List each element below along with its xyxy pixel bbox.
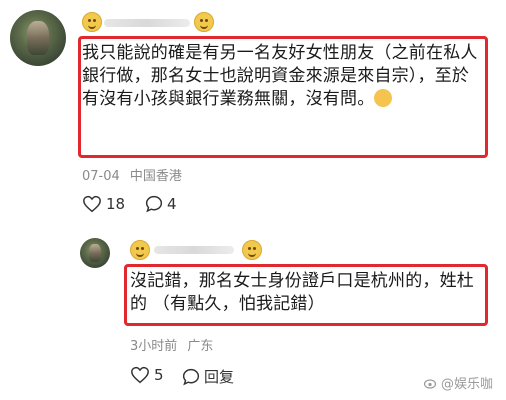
like-button[interactable]: 18 bbox=[82, 195, 125, 213]
heart-outline-icon bbox=[131, 366, 149, 384]
comment-meta: 07-04 中国香港 bbox=[82, 165, 182, 184]
comment-location: 中国香港 bbox=[129, 169, 182, 184]
smiley-emoji-icon bbox=[194, 12, 214, 32]
heart-outline-icon bbox=[83, 195, 101, 213]
smiley-emoji-icon bbox=[242, 240, 262, 260]
speech-bubble-icon bbox=[182, 368, 200, 385]
reply-location: 广东 bbox=[187, 339, 214, 354]
reply-like-button[interactable]: 5 bbox=[130, 366, 164, 384]
replier-avatar[interactable] bbox=[80, 238, 110, 268]
comment-button[interactable]: 4 bbox=[145, 195, 177, 213]
reply-like-count: 5 bbox=[154, 366, 164, 384]
reply-meta: 3小时前 广东 bbox=[130, 335, 213, 354]
comment-date: 07-04 bbox=[82, 169, 120, 184]
watermark-text: @娱乐咖 bbox=[441, 377, 494, 392]
reply-button[interactable]: 回复 bbox=[182, 366, 234, 387]
commenter-avatar[interactable] bbox=[10, 10, 66, 66]
reply-label: 回复 bbox=[204, 368, 235, 386]
watermark: @娱乐咖 bbox=[424, 373, 493, 392]
smiley-emoji-icon bbox=[82, 12, 102, 32]
weibo-logo-icon bbox=[424, 378, 437, 389]
comment-text: 我只能說的確是有另一名友好女性朋友（之前在私人銀行做，那名女士也說明資金來源是來… bbox=[82, 43, 478, 109]
like-count: 18 bbox=[106, 195, 126, 213]
username-redacted[interactable] bbox=[104, 19, 190, 27]
reply-text: 沒記錯，那名女士身份證戶口是杭州的，姓杜的 （有點久，怕我記錯） bbox=[130, 271, 474, 314]
reply-count: 4 bbox=[167, 195, 177, 213]
speech-bubble-icon bbox=[145, 195, 163, 213]
sticker-emoji-icon bbox=[374, 89, 393, 107]
reply-time: 3小时前 bbox=[130, 339, 178, 354]
smiley-emoji-icon bbox=[130, 240, 150, 260]
username-redacted[interactable] bbox=[154, 246, 234, 254]
